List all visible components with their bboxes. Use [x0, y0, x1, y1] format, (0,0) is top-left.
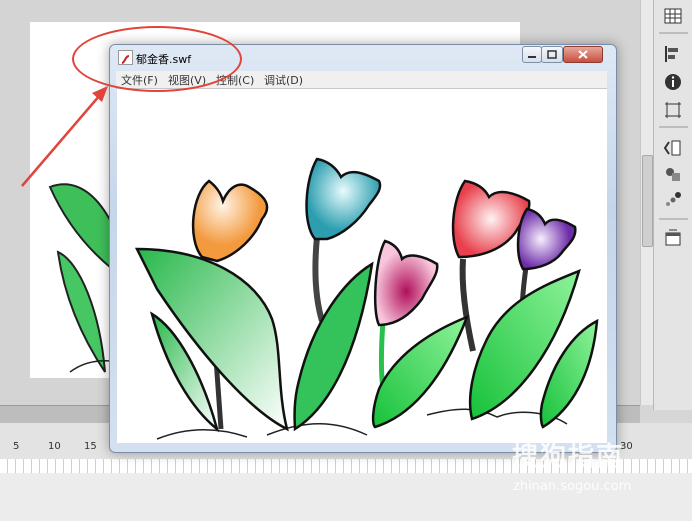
watermark-logo: 搜狗指南: [512, 442, 625, 472]
watermark-url: zhinan.sogou.com: [513, 479, 632, 494]
